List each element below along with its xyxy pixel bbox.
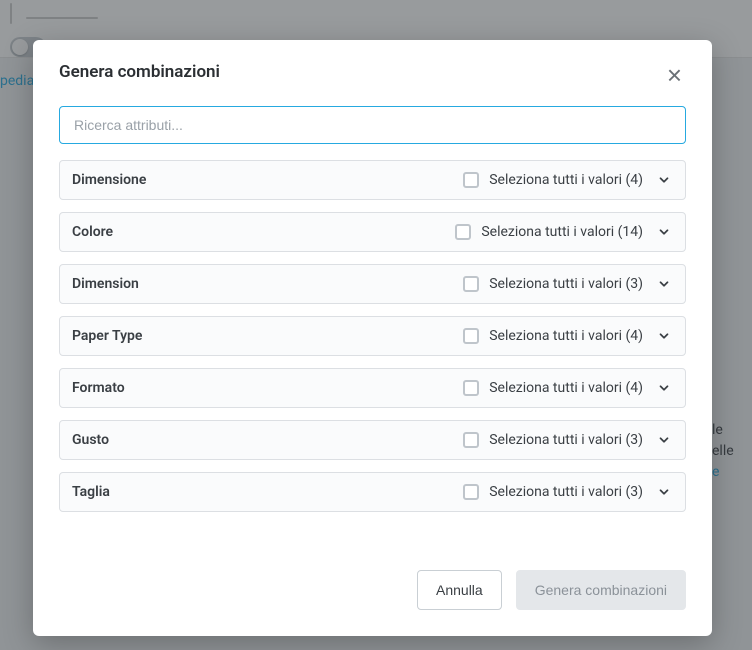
attribute-name: Paper Type [72, 328, 463, 344]
select-all-label: Seleziona tutti i valori (3) [489, 276, 643, 292]
chevron-down-icon[interactable] [657, 173, 671, 187]
attribute-select-all[interactable]: Seleziona tutti i valori (4) [463, 328, 643, 344]
attribute-select-all[interactable]: Seleziona tutti i valori (3) [463, 484, 643, 500]
attribute-row[interactable]: Dimension Seleziona tutti i valori (3) [59, 264, 686, 304]
attribute-select-all[interactable]: Seleziona tutti i valori (3) [463, 276, 643, 292]
select-all-checkbox[interactable] [463, 432, 479, 448]
chevron-down-icon[interactable] [657, 381, 671, 395]
select-all-label: Seleziona tutti i valori (4) [489, 328, 643, 344]
attribute-name: Gusto [72, 432, 463, 448]
chevron-down-icon[interactable] [657, 485, 671, 499]
chevron-down-icon[interactable] [657, 225, 671, 239]
attribute-list: Dimensione Seleziona tutti i valori (4) Co… [59, 160, 686, 512]
attribute-row[interactable]: Gusto Seleziona tutti i valori (3) [59, 420, 686, 460]
attribute-row[interactable]: Formato Seleziona tutti i valori (4) [59, 368, 686, 408]
attribute-row[interactable]: Dimensione Seleziona tutti i valori (4) [59, 160, 686, 200]
attribute-name: Taglia [72, 484, 463, 500]
attribute-select-all[interactable]: Seleziona tutti i valori (4) [463, 380, 643, 396]
attribute-name: Dimensione [72, 172, 463, 188]
select-all-checkbox[interactable] [463, 328, 479, 344]
attribute-select-all[interactable]: Seleziona tutti i valori (4) [463, 172, 643, 188]
select-all-checkbox[interactable] [463, 380, 479, 396]
generate-button[interactable]: Genera combinazioni [516, 570, 686, 610]
search-input[interactable] [59, 106, 686, 144]
select-all-checkbox[interactable] [463, 172, 479, 188]
select-all-checkbox[interactable] [463, 276, 479, 292]
select-all-label: Seleziona tutti i valori (3) [489, 432, 643, 448]
cancel-button[interactable]: Annulla [417, 570, 502, 610]
attribute-row[interactable]: Paper Type Seleziona tutti i valori (4) [59, 316, 686, 356]
modal-title: Genera combinazioni [59, 62, 220, 82]
chevron-down-icon[interactable] [657, 433, 671, 447]
attribute-name: Dimension [72, 276, 463, 292]
attribute-select-all[interactable]: Seleziona tutti i valori (3) [463, 432, 643, 448]
close-icon[interactable]: × [663, 62, 686, 88]
select-all-checkbox[interactable] [455, 224, 471, 240]
attribute-select-all[interactable]: Seleziona tutti i valori (14) [455, 224, 643, 240]
attribute-name: Formato [72, 380, 463, 396]
generate-combinations-modal: Genera combinazioni × Dimensione Selezion… [33, 40, 712, 636]
chevron-down-icon[interactable] [657, 329, 671, 343]
select-all-checkbox[interactable] [463, 484, 479, 500]
select-all-label: Seleziona tutti i valori (3) [489, 484, 643, 500]
attribute-row[interactable]: Colore Seleziona tutti i valori (14) [59, 212, 686, 252]
select-all-label: Seleziona tutti i valori (14) [481, 224, 643, 240]
attribute-name: Colore [72, 224, 455, 240]
select-all-label: Seleziona tutti i valori (4) [489, 172, 643, 188]
chevron-down-icon[interactable] [657, 277, 671, 291]
select-all-label: Seleziona tutti i valori (4) [489, 380, 643, 396]
attribute-row[interactable]: Taglia Seleziona tutti i valori (3) [59, 472, 686, 512]
